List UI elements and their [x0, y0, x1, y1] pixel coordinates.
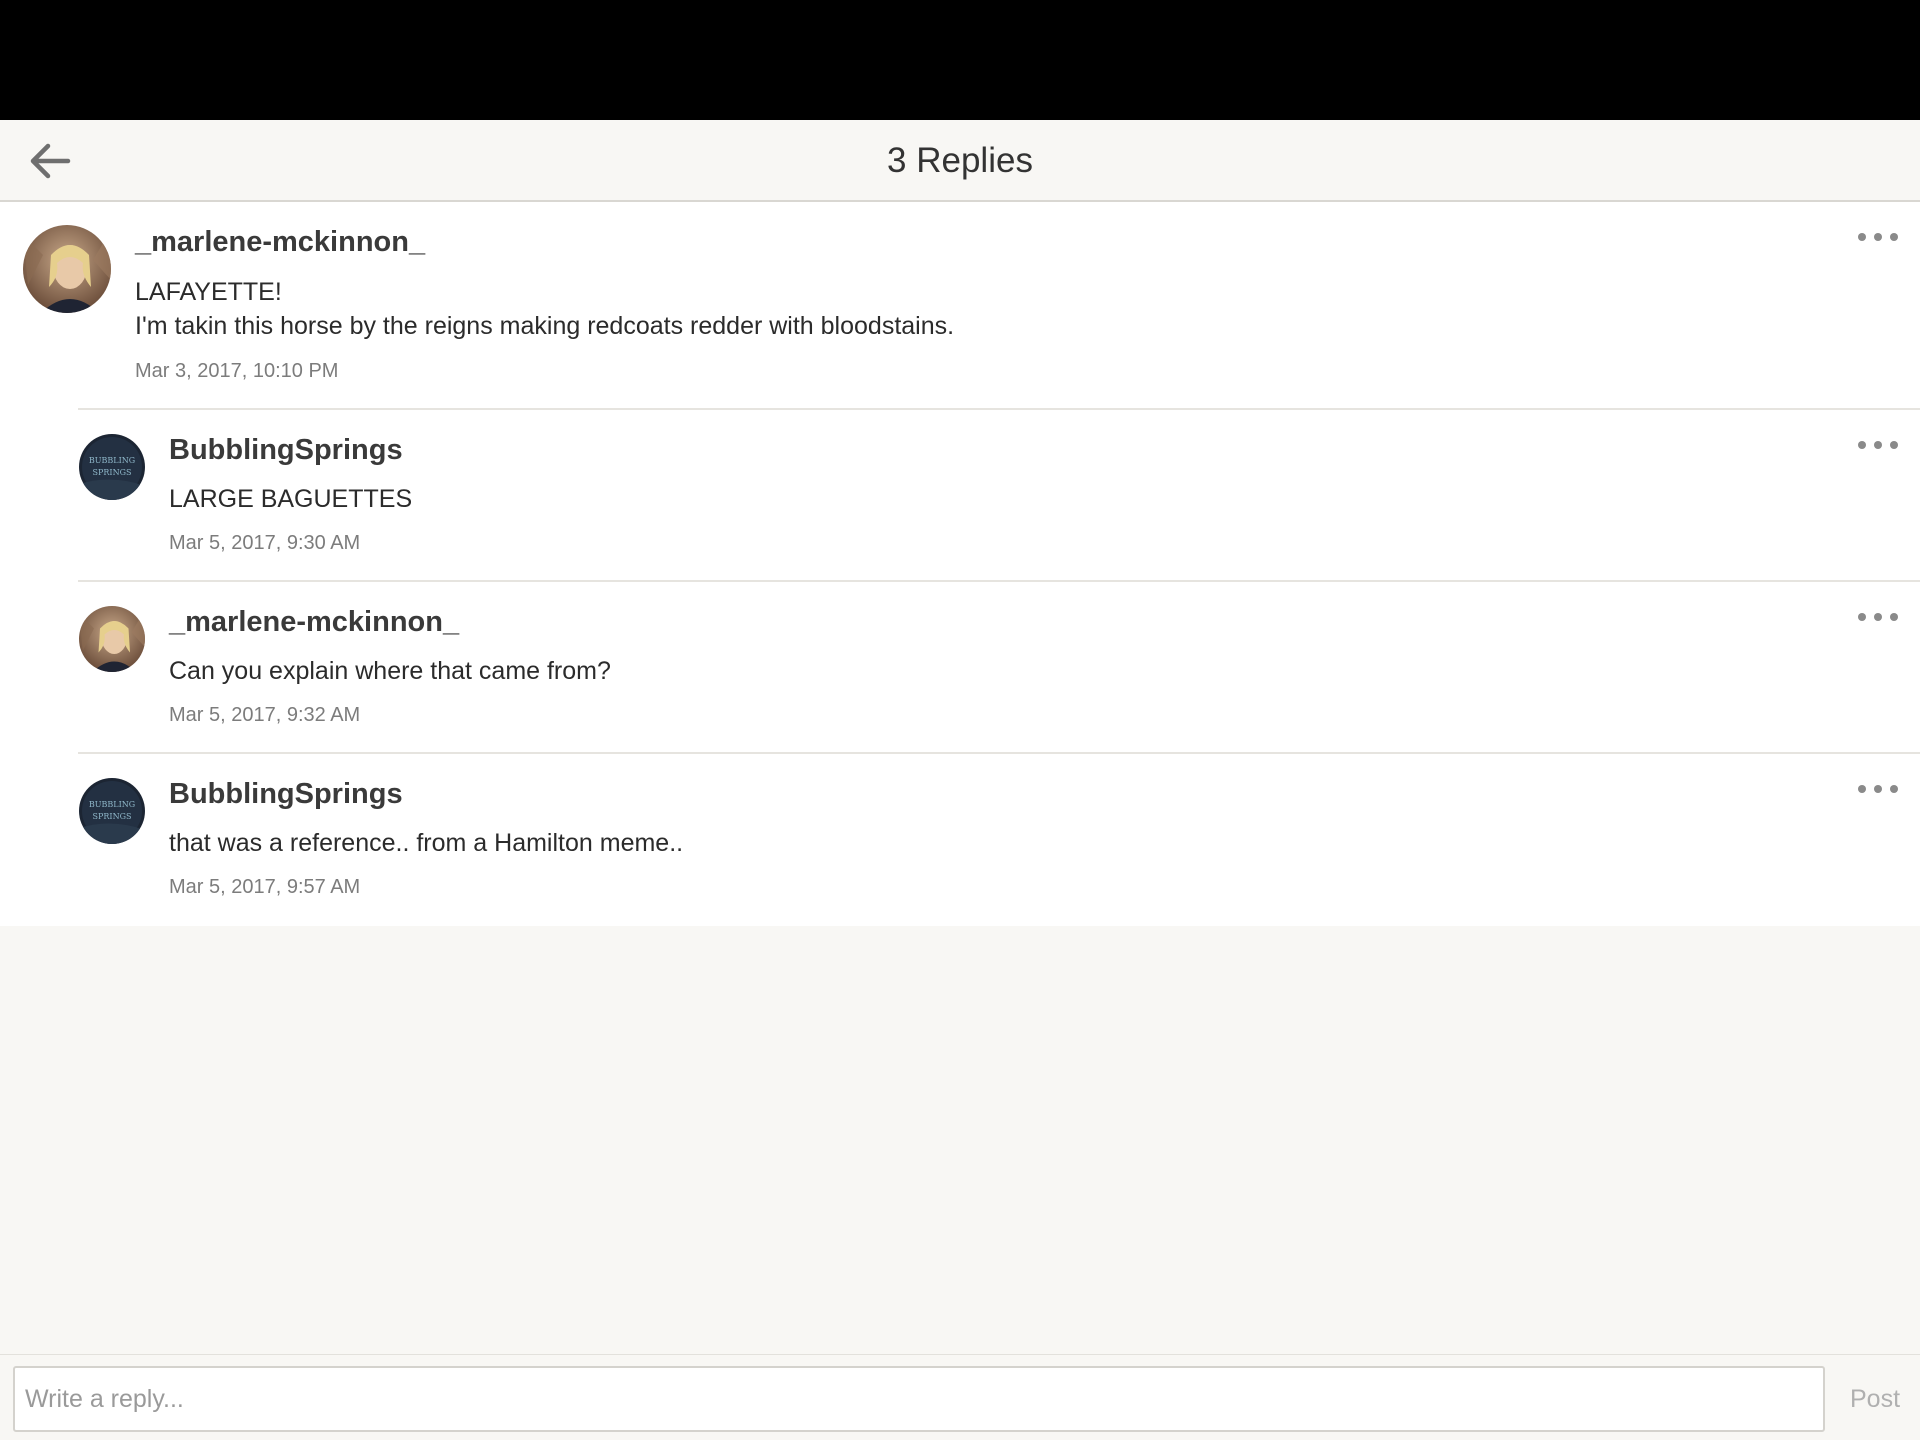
more-dot-icon	[1858, 785, 1866, 793]
comment-timestamp: Mar 3, 2017, 10:10 PM	[135, 360, 339, 382]
more-dot-icon	[1890, 441, 1898, 449]
reply-input[interactable]	[13, 1366, 1825, 1432]
more-options-button[interactable]	[1858, 777, 1898, 801]
avatar[interactable]	[79, 606, 145, 672]
more-options-button[interactable]	[1858, 225, 1898, 249]
post-button[interactable]: Post	[1840, 1379, 1910, 1419]
comment-text-line: LARGE BAGUETTES	[169, 485, 413, 513]
more-dot-icon	[1874, 613, 1882, 621]
comment-text-line: LAFAYETTE!	[135, 278, 282, 306]
comment: _marlene-mckinnon_ LAFAYETTE! I'm takin …	[0, 202, 1920, 408]
more-dot-icon	[1890, 785, 1898, 793]
bubbling-springs-avatar: BUBBLING SPRINGS	[79, 434, 145, 500]
avatar-text: SPRINGS	[93, 812, 132, 821]
avatar[interactable]: BUBBLING SPRINGS	[79, 778, 145, 844]
comment-timestamp: Mar 5, 2017, 9:57 AM	[169, 876, 361, 898]
more-options-button[interactable]	[1858, 605, 1898, 629]
comment-text-line: I'm takin this horse by the reigns makin…	[135, 312, 955, 340]
more-dot-icon	[1874, 785, 1882, 793]
user-photo-avatar	[23, 225, 111, 313]
avatar[interactable]: BUBBLING SPRINGS	[79, 434, 145, 500]
comment-text-line: that was a reference.. from a Hamilton m…	[169, 829, 684, 857]
navigation-bar: 3 Replies	[0, 120, 1920, 202]
status-bar	[0, 0, 1920, 120]
comment-timestamp: Mar 5, 2017, 9:30 AM	[169, 532, 361, 554]
reply-thread: _marlene-mckinnon_ LAFAYETTE! I'm takin …	[0, 202, 1920, 926]
more-options-button[interactable]	[1858, 433, 1898, 457]
comment: BUBBLING SPRINGS BubblingSprings that wa…	[0, 754, 1920, 926]
avatar-text: BUBBLING	[89, 456, 135, 465]
more-dot-icon	[1858, 233, 1866, 241]
comment-username[interactable]: _marlene-mckinnon_	[169, 606, 459, 639]
more-dot-icon	[1890, 613, 1898, 621]
page-title: 3 Replies	[887, 141, 1033, 180]
comment-text-line: Can you explain where that came from?	[169, 657, 611, 685]
more-dot-icon	[1874, 441, 1882, 449]
avatar-text: SPRINGS	[93, 468, 132, 477]
avatar[interactable]	[23, 225, 111, 313]
reply-composer: Post	[0, 1354, 1920, 1440]
user-photo-avatar	[79, 606, 145, 672]
more-dot-icon	[1874, 233, 1882, 241]
more-dot-icon	[1858, 613, 1866, 621]
comment-username[interactable]: _marlene-mckinnon_	[135, 226, 425, 259]
more-dot-icon	[1890, 233, 1898, 241]
comment: BUBBLING SPRINGS BubblingSprings LARGE B…	[0, 410, 1920, 580]
avatar-text: BUBBLING	[89, 800, 135, 809]
comment-timestamp: Mar 5, 2017, 9:32 AM	[169, 704, 361, 726]
comment-username[interactable]: BubblingSprings	[169, 778, 403, 811]
comment: _marlene-mckinnon_ Can you explain where…	[0, 582, 1920, 752]
comment-username[interactable]: BubblingSprings	[169, 434, 403, 467]
more-dot-icon	[1858, 441, 1866, 449]
bubbling-springs-avatar: BUBBLING SPRINGS	[79, 778, 145, 844]
